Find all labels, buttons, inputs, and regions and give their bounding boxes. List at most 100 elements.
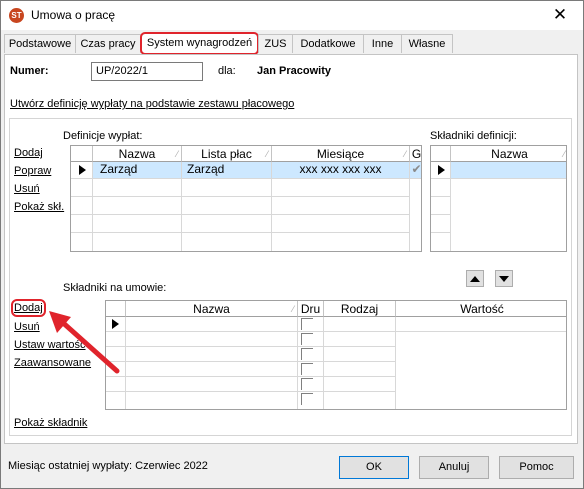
- empty-cell[interactable]: [324, 317, 396, 332]
- sort-icon: ⁄: [176, 149, 178, 159]
- check-icon[interactable]: ✔: [410, 162, 421, 179]
- triangle-up-icon: [470, 276, 480, 282]
- move-down-button[interactable]: [495, 270, 513, 287]
- tab-zus[interactable]: ZUS: [258, 34, 293, 53]
- row-indicator-header: [431, 146, 451, 162]
- current-row-arrow-icon: [438, 165, 445, 175]
- column-header-nazwa-label: Nazwa: [491, 147, 528, 161]
- empty-cell: [298, 377, 324, 392]
- definitions-grid[interactable]: Nazwa ⁄ Lista płac ⁄ Miesiące ⁄ G Zarząd Za…: [70, 145, 422, 252]
- empty-cell: [182, 179, 272, 197]
- empty-cell: [93, 215, 182, 233]
- titlebar: ST Umowa o pracę ✕: [1, 1, 583, 31]
- checkbox[interactable]: [301, 318, 313, 330]
- column-header-rodzaj[interactable]: Rodzaj: [324, 301, 396, 317]
- ok-button[interactable]: OK: [339, 456, 409, 479]
- column-header-g[interactable]: G: [410, 146, 421, 162]
- empty-cell: [324, 377, 396, 392]
- empty-cell: [324, 347, 396, 362]
- edit-definition-link[interactable]: Popraw: [14, 165, 51, 177]
- empty-cell: [324, 332, 396, 347]
- column-header-miesiace[interactable]: Miesiące ⁄: [272, 146, 410, 162]
- checkbox[interactable]: [301, 333, 313, 345]
- empty-cell: [71, 197, 93, 215]
- column-header-nazwa[interactable]: Nazwa ⁄: [451, 146, 566, 162]
- sort-icon: ⁄: [563, 149, 565, 159]
- column-header-wartosc[interactable]: Wartość: [396, 301, 566, 317]
- tab-system-wynagrodzen[interactable]: System wynagrodzeń: [140, 32, 259, 55]
- tab-dodatkowe[interactable]: Dodatkowe: [292, 34, 364, 53]
- show-component-link[interactable]: Pokaż składnik: [14, 417, 87, 429]
- empty-cell[interactable]: [126, 317, 298, 332]
- checkbox[interactable]: [301, 363, 313, 375]
- add-component-link[interactable]: Dodaj: [11, 299, 46, 317]
- empty-cell: [431, 215, 451, 233]
- empty-cell: [71, 233, 93, 251]
- last-payout-status: Miesiąc ostatniej wypłaty: Czerwiec 2022: [8, 460, 208, 472]
- definition-components-label: Składniki definicji:: [430, 130, 517, 142]
- show-components-link[interactable]: Pokaż skł.: [14, 201, 64, 213]
- empty-cell: [93, 179, 182, 197]
- tab-czas-pracy[interactable]: Czas pracy: [75, 34, 141, 53]
- tab-podstawowe[interactable]: Podstawowe: [4, 34, 76, 53]
- empty-cell: [106, 392, 126, 409]
- empty-cell: [106, 377, 126, 392]
- empty-cell: [298, 362, 324, 377]
- empty-cell: [298, 392, 324, 409]
- empty-cell: [93, 197, 182, 215]
- row-indicator[interactable]: [431, 162, 451, 179]
- checkbox[interactable]: [301, 348, 313, 360]
- dialog-window: ST Umowa o pracę ✕ Podstawowe Czas pracy…: [0, 0, 584, 489]
- contract-components-grid[interactable]: Nazwa ⁄ Dru Rodzaj Wartość: [105, 300, 567, 410]
- tab-wlasne[interactable]: Własne: [401, 34, 453, 53]
- empty-cell: [126, 362, 298, 377]
- empty-cell: [431, 179, 451, 197]
- sort-icon: ⁄: [404, 149, 406, 159]
- create-definition-link[interactable]: Utwórz definicję wypłaty na podstawie ze…: [10, 98, 294, 110]
- empty-cell: [182, 233, 272, 251]
- cell-miesiace[interactable]: xxx xxx xxx xxx: [272, 162, 410, 179]
- row-indicator[interactable]: [71, 162, 93, 179]
- empty-cell: [324, 362, 396, 377]
- checkbox[interactable]: [301, 378, 313, 390]
- empty-cell: [298, 347, 324, 362]
- cell-nazwa[interactable]: Zarząd: [93, 162, 182, 179]
- empty-cell: [272, 197, 410, 215]
- annotation-arrow-icon: [49, 311, 120, 374]
- empty-cell: [272, 233, 410, 251]
- empty-cell: [182, 197, 272, 215]
- move-up-button[interactable]: [466, 270, 484, 287]
- cancel-button[interactable]: Anuluj: [419, 456, 489, 479]
- close-icon[interactable]: ✕: [545, 4, 575, 26]
- column-header-nazwa[interactable]: Nazwa ⁄: [126, 301, 298, 317]
- current-row-arrow-icon: [79, 165, 86, 175]
- cell-lista[interactable]: Zarząd: [182, 162, 272, 179]
- tab-panel: Numer: UP/2022/1 dla: Jan Pracowity Utwó…: [4, 54, 578, 444]
- dla-label: dla:: [218, 65, 236, 77]
- help-button[interactable]: Pomoc: [499, 456, 574, 479]
- column-header-dru[interactable]: Dru: [298, 301, 324, 317]
- empty-cell[interactable]: [451, 162, 566, 179]
- employee-name: Jan Pracowity: [257, 65, 331, 77]
- row-indicator-header: [71, 146, 93, 162]
- contract-components-label: Składniki na umowie:: [63, 282, 167, 294]
- checkbox[interactable]: [301, 393, 313, 405]
- column-header-nazwa[interactable]: Nazwa ⁄: [93, 146, 182, 162]
- add-definition-link[interactable]: Dodaj: [14, 147, 43, 159]
- tab-inne[interactable]: Inne: [363, 34, 402, 53]
- empty-cell: [71, 179, 93, 197]
- column-header-lista-plac[interactable]: Lista płac ⁄: [182, 146, 272, 162]
- empty-cell: [126, 347, 298, 362]
- empty-cell[interactable]: [396, 317, 566, 332]
- definition-components-grid[interactable]: Nazwa ⁄: [430, 145, 567, 252]
- empty-cell: [431, 233, 451, 251]
- delete-definition-link[interactable]: Usuń: [14, 183, 40, 195]
- empty-cell[interactable]: [298, 317, 324, 332]
- empty-cell: [324, 392, 396, 409]
- delete-component-link[interactable]: Usuń: [14, 321, 40, 333]
- column-header-nazwa-label: Nazwa: [118, 147, 156, 161]
- numer-field[interactable]: UP/2022/1: [91, 62, 203, 81]
- empty-cell: [272, 215, 410, 233]
- sort-icon: ⁄: [292, 304, 294, 314]
- empty-cell: [272, 179, 410, 197]
